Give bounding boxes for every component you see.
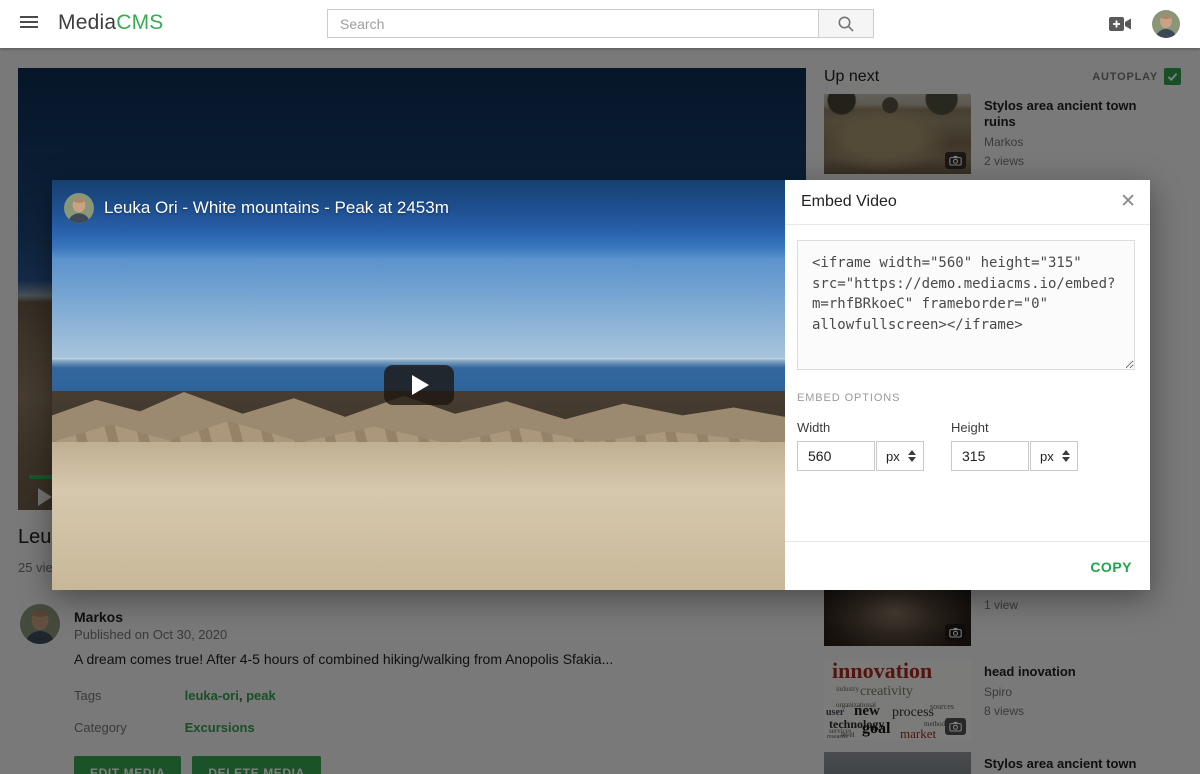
embed-video-preview[interactable]: Leuka Ori - White mountains - Peak at 24…: [52, 180, 785, 590]
width-input[interactable]: [797, 441, 875, 471]
width-label: Width: [797, 420, 830, 435]
modal-title: Embed Video: [801, 193, 897, 211]
header-actions: [1108, 0, 1180, 48]
preview-author-avatar[interactable]: [64, 193, 94, 223]
width-unit-select[interactable]: px: [876, 441, 924, 471]
app-header: MediaCMS: [0, 0, 1200, 48]
embed-options-label: EMBED OPTIONS: [797, 392, 900, 404]
logo-text-media: Media: [58, 11, 116, 34]
spinner-icon: [1062, 450, 1070, 462]
embed-panel: Embed Video ✕ <iframe width="560" height…: [785, 180, 1150, 590]
upload-media-icon[interactable]: [1108, 15, 1132, 33]
preview-video-title: Leuka Ori - White mountains - Peak at 24…: [104, 198, 449, 218]
play-icon: [412, 375, 429, 395]
search-input[interactable]: [327, 9, 818, 38]
embed-modal: Leuka Ori - White mountains - Peak at 24…: [52, 180, 1150, 590]
height-unit-select[interactable]: px: [1030, 441, 1078, 471]
height-label: Height: [951, 420, 989, 435]
embed-code-textarea[interactable]: <iframe width="560" height="315" src="ht…: [797, 240, 1135, 370]
spinner-icon: [908, 450, 916, 462]
preview-play-button[interactable]: [384, 365, 454, 405]
close-icon[interactable]: ✕: [1120, 190, 1136, 214]
user-avatar[interactable]: [1152, 10, 1180, 38]
search-bar: [327, 9, 874, 38]
copy-button[interactable]: COPY: [1090, 559, 1132, 575]
app-logo[interactable]: MediaCMS: [58, 11, 163, 35]
menu-icon[interactable]: [20, 16, 38, 30]
height-input[interactable]: [951, 441, 1029, 471]
logo-text-cms: CMS: [116, 11, 163, 34]
search-icon: [836, 14, 856, 34]
search-button[interactable]: [818, 9, 874, 38]
preview-title-bar: Leuka Ori - White mountains - Peak at 24…: [64, 193, 449, 223]
